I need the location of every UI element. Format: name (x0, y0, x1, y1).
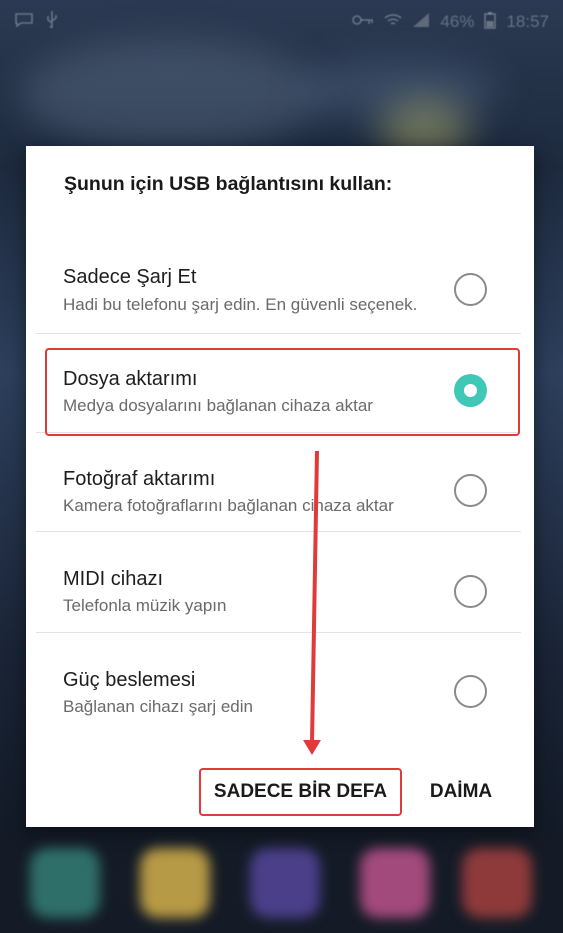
option-subtitle: Medya dosyalarını bağlanan cihaza aktar (63, 396, 373, 415)
battery-icon (484, 11, 497, 34)
option-midi[interactable]: MIDI cihazı Telefonla müzik yapın (36, 543, 521, 633)
usb-mode-dialog: Şunun için USB bağlantısını kullan: Sade… (26, 146, 534, 827)
status-bar-left (14, 10, 60, 35)
option-photo-transfer[interactable]: Fotoğraf aktarımı Kamera fotoğraflarını … (36, 442, 521, 532)
option-power-supply[interactable]: Güç beslemesi Bağlanan cihazı şarj edin (36, 643, 521, 733)
dock-app-icon (250, 848, 320, 918)
radio-button[interactable] (454, 675, 487, 708)
always-button[interactable]: DAİMA (416, 768, 506, 816)
usb-icon (44, 10, 60, 35)
radio-dot (464, 384, 477, 397)
battery-percent: 46% (440, 12, 475, 31)
option-file-transfer[interactable]: Dosya aktarımı Medya dosyalarını bağlana… (36, 343, 521, 433)
blurred-widget (20, 40, 320, 150)
message-icon (14, 12, 34, 33)
radio-button-checked[interactable] (454, 374, 487, 407)
option-charge-only[interactable]: Sadece Şarj Et Hadi bu telefonu şarj edi… (36, 244, 521, 334)
dialog-actions: SADECE BİR DEFA DAİMA (26, 768, 534, 816)
dialog-title: Şunun için USB bağlantısını kullan: (64, 173, 393, 195)
option-subtitle: Telefonla müzik yapın (63, 596, 227, 615)
option-title: MIDI cihazı (63, 568, 164, 590)
signal-icon (412, 12, 430, 33)
clock: 18:57 (506, 12, 549, 31)
option-title: Güç beslemesi (63, 669, 196, 691)
just-once-button[interactable]: SADECE BİR DEFA (199, 768, 402, 816)
wifi-icon (384, 12, 402, 33)
option-subtitle: Bağlanan cihazı şarj edin (63, 697, 253, 716)
radio-button[interactable] (454, 273, 487, 306)
option-title: Sadece Şarj Et (63, 266, 197, 288)
radio-button[interactable] (454, 575, 487, 608)
dock-app-icon (360, 848, 430, 918)
dock-app-icon (462, 848, 532, 918)
option-subtitle: Kamera fotoğraflarını bağlanan cihaza ak… (63, 496, 394, 515)
dock-app-icon (140, 848, 210, 918)
status-bar-right: 46% 18:57 (352, 11, 549, 34)
key-icon (352, 12, 374, 32)
option-title: Fotoğraf aktarımı (63, 468, 216, 490)
radio-button[interactable] (454, 474, 487, 507)
dock-app-icon (30, 848, 100, 918)
option-subtitle: Hadi bu telefonu şarj edin. En güvenli s… (63, 295, 418, 314)
option-title: Dosya aktarımı (63, 368, 198, 390)
status-bar: 46% 18:57 (0, 0, 563, 44)
